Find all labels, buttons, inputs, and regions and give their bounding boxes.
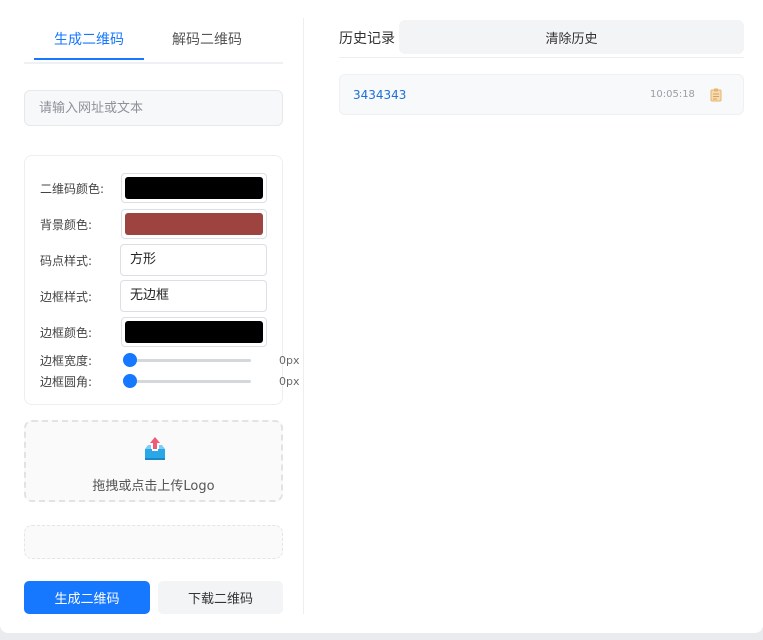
border-radius-label: 边框圆角: [40, 375, 93, 389]
copy-icon[interactable] [710, 88, 722, 102]
logo-preview-area [24, 525, 283, 559]
tab-bar: 生成二维码 解码二维码 [24, 22, 283, 64]
bg-color-swatch [125, 213, 263, 235]
bg-color-label: 背景颜色: [40, 218, 93, 232]
dot-style-label: 码点样式: [40, 254, 93, 268]
border-radius-value: 0px [279, 375, 300, 388]
border-style-label: 边框样式: [40, 290, 93, 304]
history-title: 历史记录 [339, 31, 395, 47]
settings-panel: 二维码颜色: 背景颜色: 码点样式: 方形 边框样式: 无边框 边框颜色: 边框… [24, 155, 300, 405]
upload-icon [145, 437, 165, 460]
generate-qr-button[interactable]: 生成二维码 [24, 581, 150, 614]
url-text-input[interactable] [24, 90, 283, 126]
slider-thumb[interactable] [123, 353, 137, 367]
border-width-label: 边框宽度: [40, 354, 93, 368]
slider-thumb[interactable] [123, 374, 137, 388]
qr-color-picker[interactable] [121, 173, 267, 203]
history-item-text: 3434343 [353, 88, 407, 102]
dot-style-select[interactable]: 方形 [120, 244, 267, 276]
border-style-select[interactable]: 无边框 [120, 280, 267, 312]
qr-color-label: 二维码颜色: [40, 182, 105, 196]
bg-color-picker[interactable] [121, 209, 267, 239]
active-tab-indicator [34, 58, 144, 60]
border-color-swatch [125, 321, 263, 343]
clear-history-button[interactable]: 清除历史 [399, 20, 744, 54]
history-divider [339, 57, 744, 58]
main-card: 生成二维码 解码二维码 二维码颜色: 背景颜色: 码点样式: 方形 边框样式: … [0, 0, 763, 633]
slider-track [125, 380, 251, 383]
column-divider [303, 18, 304, 614]
border-radius-slider[interactable] [123, 374, 251, 389]
border-width-value: 0px [279, 354, 300, 367]
border-color-label: 边框颜色: [40, 326, 93, 340]
download-qr-button[interactable]: 下载二维码 [158, 581, 283, 614]
upload-label: 拖拽或点击上传Logo [92, 479, 215, 494]
tab-decode-qr[interactable]: 解码二维码 [172, 30, 242, 50]
tab-generate-qr[interactable]: 生成二维码 [54, 30, 124, 50]
qr-color-swatch [125, 177, 263, 199]
logo-upload-dropzone[interactable]: 拖拽或点击上传Logo [24, 420, 283, 502]
history-item-time: 10:05:18 [650, 89, 695, 100]
history-item[interactable]: 3434343 10:05:18 [339, 74, 744, 115]
border-width-slider[interactable] [123, 353, 251, 368]
border-color-picker[interactable] [121, 317, 267, 347]
slider-track [125, 359, 251, 362]
